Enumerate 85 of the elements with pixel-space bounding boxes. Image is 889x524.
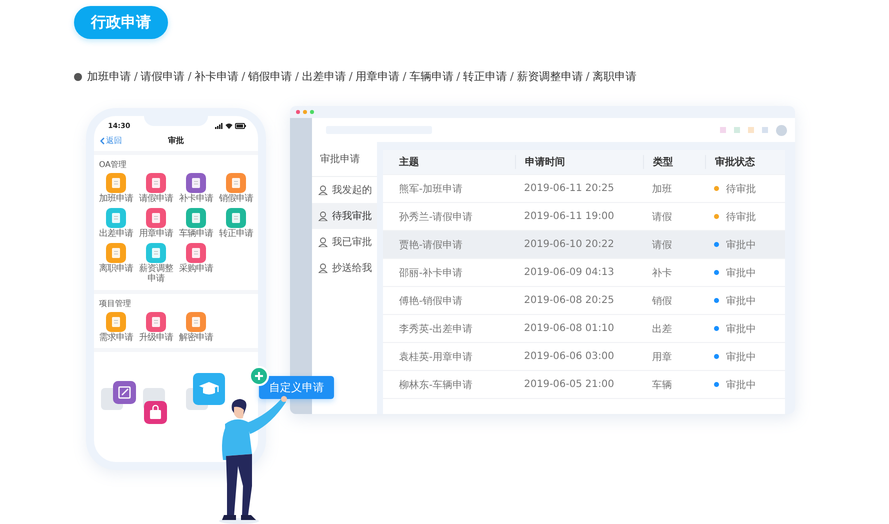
table-cell-text: 贾艳-请假申请 — [398, 238, 464, 252]
section-title: OA管理 — [98, 159, 128, 170]
app-label: 转正申请 — [218, 229, 254, 239]
status-text: 待审批 — [726, 182, 756, 196]
category-link[interactable]: 用章申请 — [356, 69, 400, 84]
back-link[interactable]: 返回 — [100, 135, 122, 146]
table-cell-text: 袁桂英-用章申请 — [398, 350, 474, 364]
table-cell-text: 2019-06-06 03:00 — [523, 351, 616, 362]
table-cell-text: 销假 — [651, 294, 673, 308]
table-cell-text: 2019-06-05 21:00 — [523, 379, 616, 390]
app-label: 解密申请 — [178, 333, 214, 343]
table-row[interactable]: 熊军-加班申请 2019-06-11 20:25 加班 待审批 — [383, 175, 785, 203]
table-row[interactable]: 邵丽-补卡申请 2019-06-09 04:13 补卡 审批中 — [383, 259, 785, 287]
table-row[interactable]: 柳林东-车辆申请 2019-06-05 21:00 车辆 审批中 — [383, 371, 785, 399]
app-label: 出差申请 — [98, 229, 134, 239]
separator-text: / — [402, 70, 406, 83]
status-text: 审批中 — [726, 350, 756, 364]
app-label: 用章申请 — [138, 229, 174, 239]
table-row[interactable]: 傅艳-销假申请 2019-06-08 20:25 销假 审批中 — [383, 287, 785, 315]
table-cell-text: 用章 — [651, 350, 673, 364]
table-row[interactable]: 李秀英-出差申请 2019-06-08 01:10 出差 审批中 — [383, 315, 785, 343]
table-cell-text: 傅艳-销假申请 — [398, 294, 464, 308]
table-cell-text: 加班 — [651, 182, 673, 196]
table-cell-text: 孙秀兰-请假申请 — [398, 210, 474, 224]
sidebar-item[interactable]: 我发起的 — [312, 177, 377, 203]
app-label: 薪资调整申请 — [138, 264, 174, 284]
table-cell-text: 2019-06-08 20:25 — [523, 295, 616, 306]
table-cell-text: 请假 — [651, 210, 673, 224]
app-label: 车辆申请 — [178, 229, 214, 239]
table-cell-text: 出差 — [651, 322, 673, 336]
table-row[interactable]: 袁桂英-用章申请 2019-06-06 03:00 用章 审批中 — [383, 343, 785, 371]
app-label: 补卡申请 — [178, 194, 214, 204]
category-link[interactable]: 出差申请 — [302, 69, 346, 84]
section-title-badge: 行政申请 — [74, 6, 168, 39]
status-text: 审批中 — [726, 266, 756, 280]
status-text: 审批中 — [726, 294, 756, 308]
separator-text: / — [295, 70, 299, 83]
category-link[interactable]: 加班申请 — [87, 69, 131, 84]
app-label: 销假申请 — [218, 194, 254, 204]
app-label: 加班申请 — [98, 194, 134, 204]
separator-text: / — [188, 70, 192, 83]
table-cell-text: 柳林东-车辆申请 — [398, 378, 474, 392]
table-cell-text: 2019-06-09 04:13 — [523, 267, 616, 278]
app-label: 请假申请 — [138, 194, 174, 204]
category-link[interactable]: 薪资调整申请 — [516, 69, 583, 84]
separator-text: / — [348, 70, 353, 83]
table-cell-text: 熊军-加班申请 — [398, 182, 464, 196]
table-cell-text: 车辆 — [651, 378, 673, 392]
separator-text: / — [456, 70, 460, 83]
sidebar-item[interactable]: 我已审批 — [312, 229, 377, 255]
status-text: 审批中 — [726, 238, 756, 252]
table-cell-text: 2019-06-11 19:00 — [523, 211, 616, 222]
category-link[interactable]: 离职申请 — [592, 69, 636, 84]
column-header: 主题 — [398, 155, 420, 169]
category-link[interactable]: 请假申请 — [140, 69, 185, 84]
table-cell-text: 补卡 — [651, 266, 673, 280]
sidebar-item[interactable]: 待我审批 — [312, 203, 377, 229]
table-cell-text: 2019-06-11 20:25 — [523, 183, 616, 194]
table-cell-text: 邵丽-补卡申请 — [398, 266, 464, 280]
app-label: 需求申请 — [98, 333, 134, 343]
status-text: 待审批 — [726, 210, 756, 224]
table-cell-text: 请假 — [651, 238, 673, 252]
app-label: 离职申请 — [98, 264, 134, 274]
sidebar-item[interactable]: 抄送给我 — [312, 255, 377, 281]
status-text: 审批中 — [726, 322, 756, 336]
category-link[interactable]: 转正申请 — [463, 69, 508, 84]
category-link[interactable]: 车辆申请 — [409, 69, 454, 84]
app-label: 采购申请 — [178, 264, 214, 274]
column-header: 审批状态 — [705, 155, 785, 169]
table-cell-text: 李秀英-出差申请 — [398, 322, 474, 336]
table-cell-text: 2019-06-08 01:10 — [523, 323, 616, 334]
app-label: 升级申请 — [138, 333, 174, 343]
separator-text: / — [241, 70, 246, 83]
separator-text: / — [134, 70, 138, 83]
column-header: 申请时间 — [515, 155, 643, 169]
section-title: 项目管理 — [98, 298, 132, 309]
separator-text: / — [510, 70, 514, 83]
column-header: 类型 — [643, 155, 705, 169]
table-cell-text: 2019-06-10 20:22 — [523, 239, 616, 250]
table-row[interactable]: 贾艳-请假申请 2019-06-10 20:22 请假 审批中 — [383, 231, 785, 259]
status-text: 审批中 — [726, 378, 756, 392]
category-link[interactable]: 销假申请 — [248, 69, 292, 84]
separator-text: / — [586, 70, 590, 83]
screen-title: 审批 — [168, 136, 184, 145]
category-link[interactable]: 补卡申请 — [194, 69, 238, 84]
